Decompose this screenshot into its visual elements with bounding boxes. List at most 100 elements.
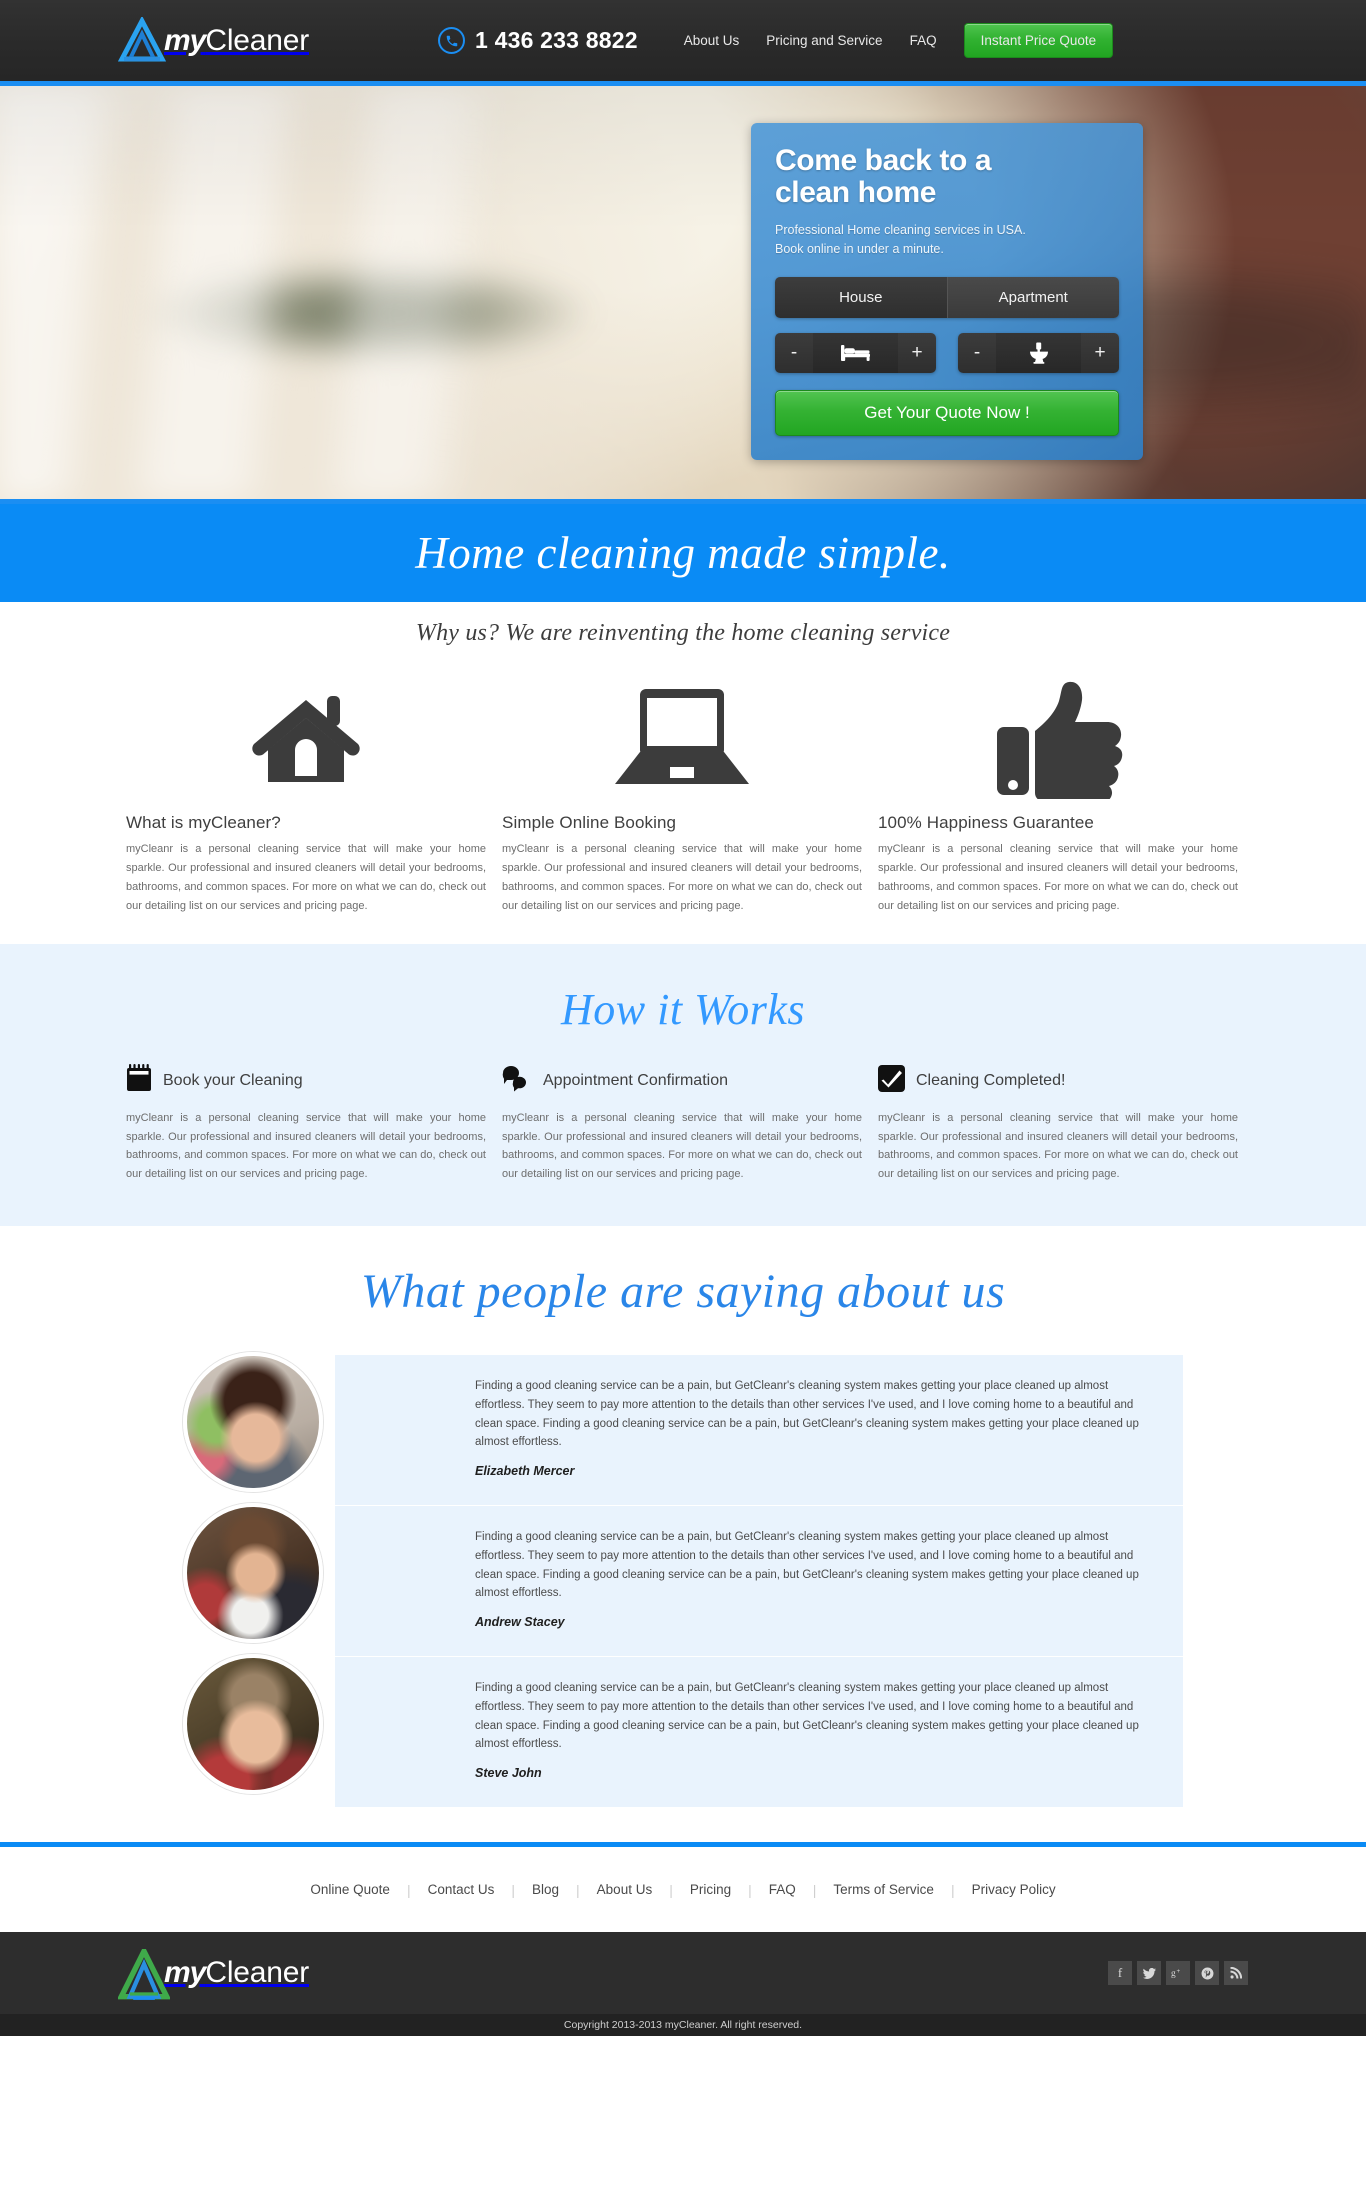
testimonial-quote: Finding a good cleaning service can be a… <box>475 1380 1139 1449</box>
step-title: Appointment Confirmation <box>543 1071 728 1089</box>
twitter-icon[interactable] <box>1137 1961 1161 1986</box>
landing-page: myCleaner 1 436 233 8822 About Us Pricin… <box>0 0 1366 2075</box>
svg-text:+: + <box>1176 1968 1180 1975</box>
testimonial-card: Finding a good cleaning service can be a… <box>335 1506 1183 1657</box>
testimonial-item: Finding a good cleaning service can be a… <box>183 1654 1183 1808</box>
header-logo[interactable]: myCleaner <box>117 15 310 65</box>
facebook-icon[interactable]: f <box>1108 1961 1132 1986</box>
pinterest-icon[interactable] <box>1195 1961 1219 1986</box>
footer-link-blog[interactable]: Blog <box>515 1882 576 1897</box>
headline-banner: Home cleaning made simple. <box>0 504 1366 602</box>
step-body: myCleanr is a personal cleaning service … <box>502 1111 862 1181</box>
step-body: myCleanr is a personal cleaning service … <box>878 1111 1238 1181</box>
bedroom-stepper: - + <box>775 332 936 373</box>
step-title: Cleaning Completed! <box>916 1071 1066 1089</box>
social-links: f g + <box>1108 1961 1248 1986</box>
step-appointment-confirmation: Appointment Confirmation myCleanr is a p… <box>494 1065 870 1185</box>
logo-my: my <box>164 23 206 57</box>
nav-item-faq[interactable]: FAQ <box>910 33 937 48</box>
testimonial-item: Finding a good cleaning service can be a… <box>183 1503 1183 1657</box>
footer-logo[interactable]: myCleaner <box>116 1945 310 2001</box>
step-header: Book your Cleaning <box>126 1064 486 1097</box>
svg-text:g: g <box>1171 1969 1176 1979</box>
banner-headline: Home cleaning made simple. <box>415 528 951 578</box>
triangle-mountain-logo-icon <box>116 1945 172 2001</box>
bedroom-decrement-button[interactable]: - <box>775 332 813 373</box>
step-book-your-cleaning: Book your Cleaning myCleanr is a persona… <box>118 1064 494 1185</box>
footer-link-faq[interactable]: FAQ <box>752 1882 813 1897</box>
hero-section: Come back to a clean home Professional H… <box>0 81 1366 504</box>
laptop-icon <box>502 669 862 809</box>
hero-subtitle: Professional Home cleaning services in U… <box>775 221 1119 260</box>
avatar <box>183 1352 323 1493</box>
why-us-section: Why us? We are reinventing the home clea… <box>0 602 1366 944</box>
phone-number: 1 436 233 8822 <box>475 27 638 53</box>
checkmark-box-icon <box>878 1064 905 1097</box>
feature-simple-online-booking: Simple Online Booking myCleanr is a pers… <box>494 669 870 916</box>
testimonial-card: Finding a good cleaning service can be a… <box>335 1657 1183 1808</box>
footer-logo-cleaner: Cleaner <box>205 1956 310 1990</box>
footer-link-online-quote[interactable]: Online Quote <box>293 1882 407 1897</box>
property-type-house[interactable]: House <box>775 276 947 318</box>
house-icon <box>126 669 486 809</box>
hero-title-line-2: clean home <box>775 176 937 210</box>
bedroom-increment-button[interactable]: + <box>898 332 936 373</box>
testimonials-section: What people are saying about us Finding … <box>0 1226 1366 1843</box>
hero-subtitle-line-2: Book online in under a minute. <box>775 242 944 257</box>
nav-item-about-us[interactable]: About Us <box>684 33 740 48</box>
rss-icon[interactable] <box>1224 1961 1248 1986</box>
avatar <box>183 1503 323 1644</box>
footer-link-privacy-policy[interactable]: Privacy Policy <box>955 1882 1073 1897</box>
site-header: myCleaner 1 436 233 8822 About Us Pricin… <box>0 0 1366 81</box>
feature-happiness-guarantee: 100% Happiness Guarantee myCleanr is a p… <box>870 669 1246 916</box>
feature-title: 100% Happiness Guarantee <box>878 813 1094 832</box>
testimonial-author: Elizabeth Mercer <box>475 1463 575 1478</box>
bathroom-decrement-button[interactable]: - <box>958 332 996 373</box>
footer-link-about-us[interactable]: About Us <box>580 1882 670 1897</box>
footer-link-pricing[interactable]: Pricing <box>673 1882 748 1897</box>
how-it-works-title: How it Works <box>561 984 805 1034</box>
speech-bubbles-icon <box>502 1064 532 1097</box>
testimonial-card: Finding a good cleaning service can be a… <box>335 1355 1183 1506</box>
logo-wordmark: myCleaner <box>164 23 310 57</box>
primary-nav: About Us Pricing and Service FAQ Instant… <box>684 23 1135 58</box>
step-body: myCleanr is a personal cleaning service … <box>126 1111 486 1181</box>
feature-body: myCleanr is a personal cleaning service … <box>502 843 862 912</box>
property-type-toggle: House Apartment <box>775 276 1119 318</box>
instant-price-quote-button[interactable]: Instant Price Quote <box>963 23 1114 58</box>
footer-bar: myCleaner f g + <box>0 1932 1366 2015</box>
bed-icon <box>813 332 898 373</box>
header-phone[interactable]: 1 436 233 8822 <box>438 27 638 54</box>
feature-what-is-mycleaner: What is myCleaner? myCleanr is a persona… <box>118 669 494 916</box>
hero-title: Come back to a clean home <box>775 144 1119 210</box>
bathroom-increment-button[interactable]: + <box>1081 332 1119 373</box>
thumbs-up-icon <box>878 669 1238 809</box>
hero-title-line-1: Come back to a <box>775 144 992 177</box>
bathroom-stepper: - + <box>958 332 1119 373</box>
triangle-mountain-logo-icon <box>117 15 167 65</box>
nav-item-pricing-and-service[interactable]: Pricing and Service <box>766 33 882 48</box>
calendar-icon <box>126 1064 152 1097</box>
hero-bottom-rule <box>0 499 1366 504</box>
testimonials-list: Finding a good cleaning service can be a… <box>183 1352 1183 1808</box>
feature-body: myCleanr is a personal cleaning service … <box>126 843 486 912</box>
copyright-text: Copyright 2013-2013 myCleaner. All right… <box>563 2019 803 2032</box>
testimonial-item: Finding a good cleaning service can be a… <box>183 1352 1183 1506</box>
footer-link-contact-us[interactable]: Contact Us <box>411 1882 512 1897</box>
property-type-apartment[interactable]: Apartment <box>946 276 1119 318</box>
footer-links: Online Quote | Contact Us | Blog | About… <box>0 1847 1366 1933</box>
testimonial-quote: Finding a good cleaning service can be a… <box>475 1531 1139 1600</box>
get-quote-button[interactable]: Get Your Quote Now ! <box>775 389 1119 436</box>
hero-background-image <box>0 86 1366 499</box>
quote-widget: Come back to a clean home Professional H… <box>751 123 1143 460</box>
footer-link-terms-of-service[interactable]: Terms of Service <box>816 1882 951 1897</box>
copyright-bar: Copyright 2013-2013 myCleaner. All right… <box>0 2014 1366 2037</box>
logo-cleaner: Cleaner <box>205 23 310 57</box>
feature-body: myCleanr is a personal cleaning service … <box>878 843 1238 912</box>
why-us-columns: What is myCleaner? myCleanr is a persona… <box>118 647 1248 916</box>
how-it-works-section: How it Works Book your Cleaning myCleanr… <box>0 943 1366 1227</box>
google-plus-icon[interactable]: g + <box>1166 1961 1190 1986</box>
footer-logo-my: my <box>164 1956 206 1990</box>
phone-circle-icon <box>438 27 466 54</box>
page-tail-space <box>0 2036 1366 2075</box>
